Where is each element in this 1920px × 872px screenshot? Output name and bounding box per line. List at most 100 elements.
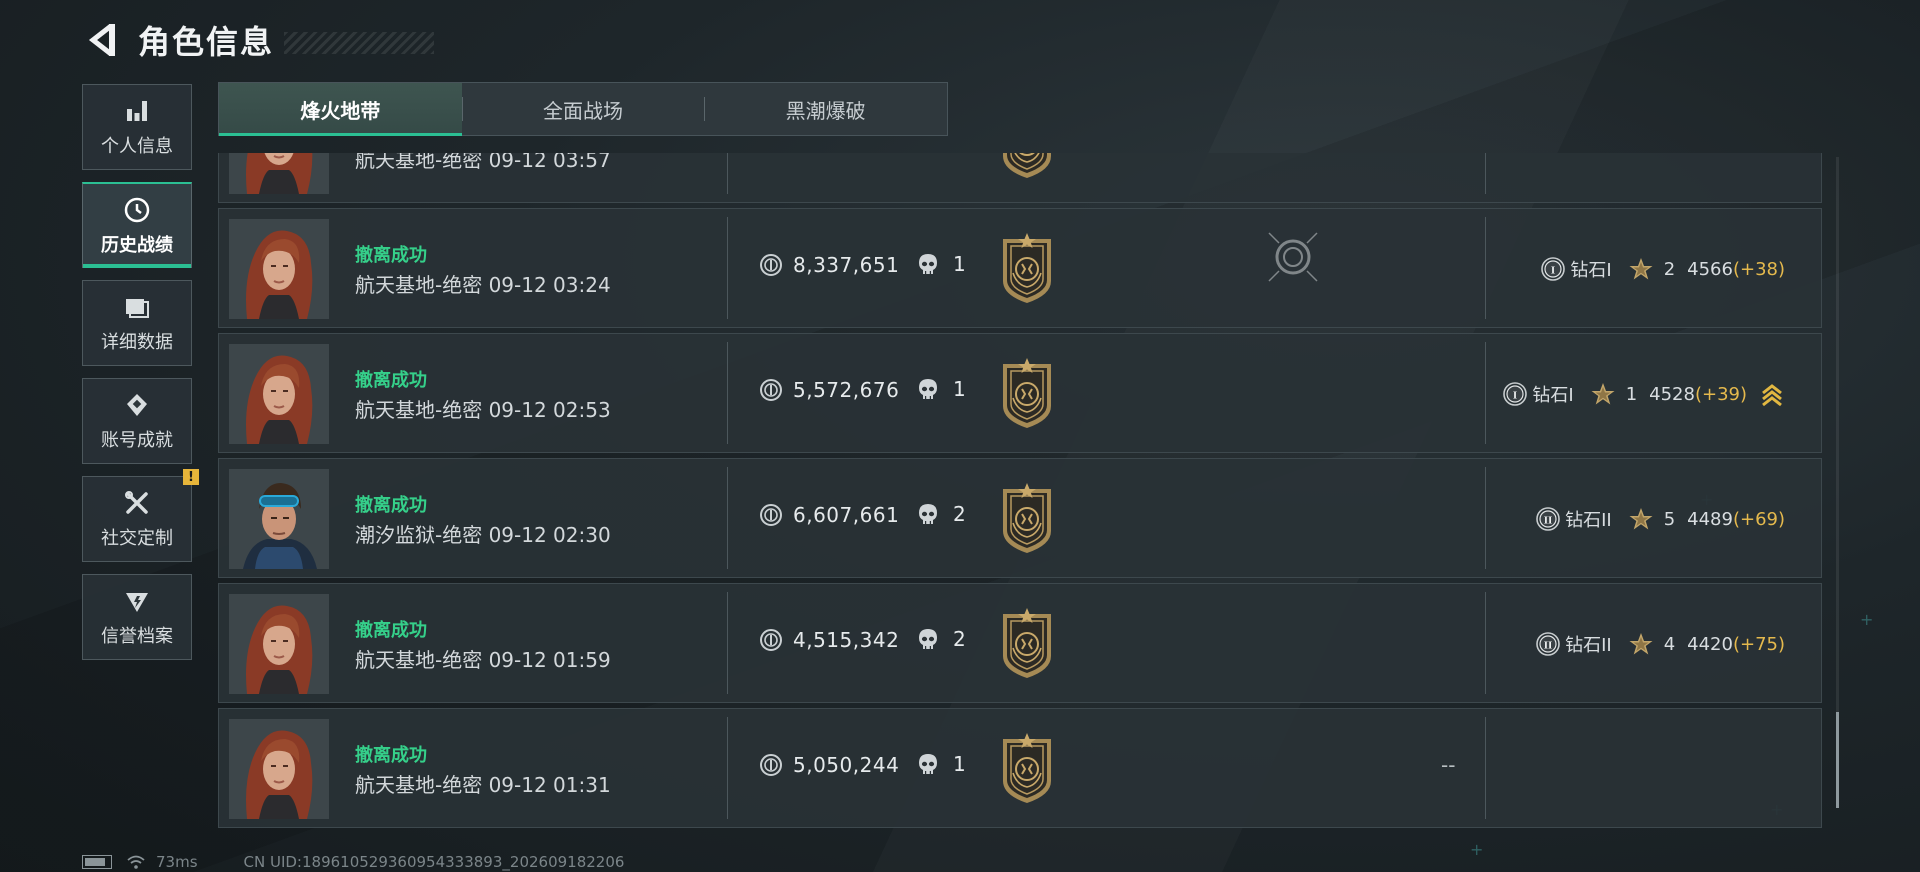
battery-icon	[82, 855, 112, 869]
decor-cross: +	[1860, 610, 1874, 629]
svg-text:II: II	[1544, 640, 1553, 652]
bar-chart-icon	[122, 96, 152, 126]
rank-score-delta: (+38)	[1732, 258, 1785, 280]
rank-score-delta: (+69)	[1732, 508, 1785, 530]
operator-portrait-icon	[229, 594, 329, 694]
header: 角色信息	[82, 18, 435, 62]
match-history-list[interactable]: 撤离成功航天基地-绝密 09-12 03:577,553,0933 -- 撤离成…	[218, 153, 1824, 836]
kill-count-text: 1	[953, 377, 966, 401]
data-folder-icon	[122, 292, 152, 322]
map-and-time: 航天基地-绝密 09-12 02:53	[355, 398, 611, 422]
uid-text: CN UID:18961052936095433389­3_2026091822…	[243, 853, 625, 871]
sidebar-item-reputation[interactable]: 信誉档案	[82, 574, 192, 660]
column-divider	[727, 467, 728, 569]
avatar	[229, 469, 329, 569]
svg-text:II: II	[1544, 515, 1553, 527]
kill-count: 1	[915, 376, 966, 402]
rating-medal-icon	[1003, 608, 1051, 678]
rank-score: 4566	[1687, 258, 1733, 280]
achievement-icon	[122, 390, 152, 420]
status-footer: 73ms CN UID:18961052936095433389­3_20260…	[82, 852, 624, 872]
sidebar-item-label: 信誉档案	[101, 626, 173, 647]
match-row[interactable]: 撤离成功航天基地-绝密 09-12 03:577,553,0933 --	[218, 153, 1822, 203]
loot-value-text: 5,572,676	[793, 378, 900, 402]
match-row[interactable]: 撤离成功 航天基地-绝密 09-12 02:53 5,572,676 1 I 钻石I 1 4…	[218, 333, 1822, 453]
alert-badge: !	[183, 469, 199, 485]
coin-icon	[760, 379, 782, 401]
loot-value-text: 4,515,342	[793, 628, 900, 652]
loot-value-text: 5,050,244	[793, 753, 900, 777]
map-and-time: 航天基地-绝密 09-12 03:57	[355, 153, 611, 172]
skull-icon	[919, 504, 937, 524]
avatar	[229, 719, 329, 819]
title-decoration	[284, 32, 435, 54]
extraction-status: 撤离成功	[355, 370, 427, 391]
coin-icon	[760, 254, 782, 276]
rank-score: 4528	[1649, 383, 1695, 405]
diamond-tier-icon: I	[1503, 382, 1528, 406]
operator-portrait-icon	[229, 219, 329, 319]
map-and-time: 航天基地-绝密 09-12 01:59	[355, 648, 611, 672]
rank-score-delta: (+39)	[1694, 383, 1747, 405]
sidebar-item-label: 社交定制	[101, 528, 173, 549]
column-divider	[727, 153, 728, 194]
extraction-status: 撤离成功	[355, 620, 427, 641]
rank-score: 4420	[1687, 633, 1733, 655]
star-icon	[1591, 383, 1615, 405]
kill-count-text: 2	[953, 502, 966, 526]
match-row[interactable]: 撤离成功 航天基地-绝密 09-12 03:24 8,337,651 1 I 钻石I 2 4…	[218, 208, 1822, 328]
star-count: 2	[1663, 258, 1676, 280]
scrollbar-track[interactable]	[1836, 157, 1839, 808]
kill-count-text: 2	[953, 627, 966, 651]
svg-text:I: I	[1551, 265, 1555, 277]
map-and-time: 航天基地-绝密 09-12 01:31	[355, 773, 611, 797]
star-count: 1	[1625, 383, 1638, 405]
rank-name: 钻石I	[1532, 385, 1574, 406]
sidebar-item-social[interactable]: ! 社交定制	[82, 469, 199, 562]
star-icon	[1629, 633, 1653, 655]
loot-value-text: 6,607,661	[793, 503, 900, 527]
operator-portrait-icon	[229, 344, 329, 444]
map-and-time: 航天基地-绝密 09-12 03:24	[355, 273, 611, 297]
rating-medal-icon	[1003, 733, 1051, 803]
match-row[interactable]: 撤离成功 航天基地-绝密 09-12 01:59 4,515,342 2 II 钻石II…	[218, 583, 1822, 703]
back-button[interactable]	[82, 20, 120, 60]
diamond-tier-icon: II	[1536, 507, 1560, 531]
sidebar-item-achievements[interactable]: 账号成就	[82, 378, 192, 464]
sidebar-item-match-history[interactable]: 历史战绩	[82, 182, 192, 268]
sidebar-item-label: 账号成就	[101, 430, 173, 451]
loot-value: 5,050,244	[759, 753, 899, 777]
skull-icon	[919, 754, 937, 774]
avatar	[229, 594, 329, 694]
column-divider	[727, 592, 728, 694]
rank-change: II 钻石II 5 4489 (+69)	[1295, 501, 1823, 537]
skull-icon	[919, 629, 937, 649]
tab-hazard-zone[interactable]: 烽火地带	[219, 83, 462, 136]
extraction-status: 撤离成功	[355, 495, 427, 516]
rank-name: 钻石II	[1565, 510, 1612, 531]
sidebar-item-label: 详细数据	[101, 332, 173, 353]
clock-history-icon	[122, 195, 152, 225]
rating-medal-icon	[1003, 358, 1051, 428]
rank-empty: --	[1441, 753, 1456, 777]
avatar	[229, 153, 329, 194]
sidebar: 个人信息 历史战绩 详细数据 账号成就 ! 社交定制 信誉档案	[82, 84, 199, 672]
loot-value: 8,337,651	[759, 253, 899, 277]
tab-black-tide-breach[interactable]: 黑潮爆破	[704, 83, 947, 135]
kill-count-text: 1	[953, 752, 966, 776]
rating-medal-icon	[1003, 153, 1051, 178]
tab-full-battlefield[interactable]: 全面战场	[461, 83, 705, 135]
match-row[interactable]: 撤离成功 潮汐监狱-绝密 09-12 02:30 6,607,661 2 II 钻石II…	[218, 458, 1822, 578]
coin-icon	[760, 754, 782, 776]
loot-value: 5,572,676	[759, 378, 899, 402]
kill-count-text: 1	[953, 252, 966, 276]
wifi-icon	[127, 855, 145, 869]
match-row[interactable]: 撤离成功 航天基地-绝密 09-12 01:31 5,050,244 1 --	[218, 708, 1822, 828]
rating-medal-icon	[1003, 233, 1051, 303]
scrollbar-thumb[interactable]	[1836, 712, 1839, 808]
kill-count: 2	[915, 626, 966, 652]
sidebar-item-personal-info[interactable]: 个人信息	[82, 84, 192, 170]
rating-medal-icon	[1003, 483, 1051, 553]
kill-count: 1	[915, 251, 966, 277]
sidebar-item-detailed-data[interactable]: 详细数据	[82, 280, 192, 366]
